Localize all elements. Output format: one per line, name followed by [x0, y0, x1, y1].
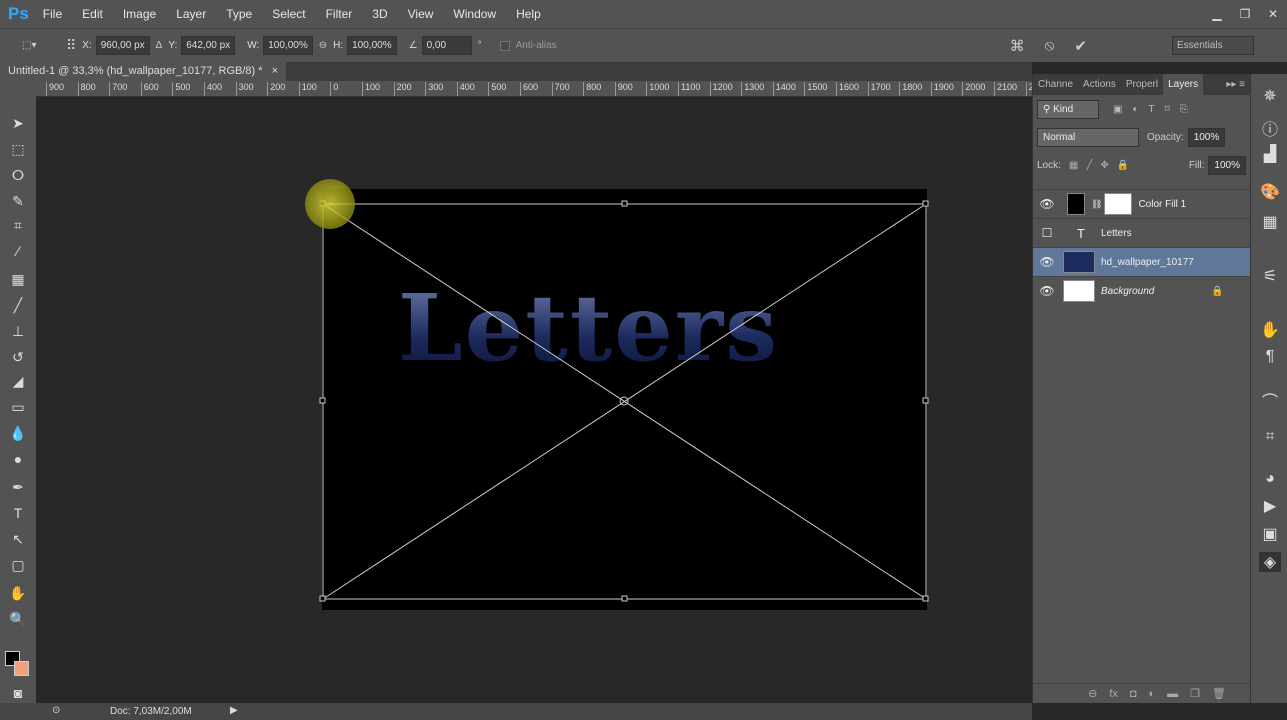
layer-thumbnail: [1063, 280, 1095, 302]
layer-letters[interactable]: ☐ T Letters: [1033, 218, 1250, 247]
adjustment-icon[interactable]: ◐: [1149, 688, 1156, 700]
3d-icon[interactable]: ◕: [1259, 470, 1281, 488]
layer-name: hd_wallpaper_10177: [1101, 256, 1194, 268]
color-icon[interactable]: 🎨: [1259, 182, 1281, 202]
delete-layer-icon[interactable]: 🗑: [1212, 687, 1226, 700]
lock-label: Lock:: [1037, 159, 1061, 171]
status-arrow-icon[interactable]: ▶: [230, 705, 238, 716]
type-layer-icon: T: [1077, 225, 1085, 241]
status-options-icon[interactable]: ⊙: [52, 705, 60, 716]
panel-icon-strip: ✵ ⓘ ▟ 🎨 ▦ ⚟ ✋ ¶ ⌒ ⌗ ◕ ▶ ▣ ◈: [1250, 74, 1287, 703]
minimize-button[interactable]: ▁: [1203, 7, 1231, 21]
visibility-toggle-empty[interactable]: ☐: [1033, 226, 1061, 240]
adjustments-icon[interactable]: ⚟: [1259, 266, 1281, 286]
actions-play-icon[interactable]: ▶: [1259, 496, 1281, 516]
link-chain-icon: ⛓: [1091, 198, 1103, 209]
properties-icon[interactable]: ▣: [1259, 524, 1281, 544]
fx-icon[interactable]: fx: [1109, 688, 1118, 700]
swatches-icon[interactable]: ▦: [1259, 212, 1281, 232]
info-icon[interactable]: ⓘ: [1259, 116, 1281, 140]
paragraph-icon[interactable]: ¶: [1259, 348, 1281, 366]
close-button[interactable]: ✕: [1259, 7, 1287, 21]
fill-input[interactable]: 100%: [1208, 155, 1246, 175]
new-group-icon[interactable]: ▬: [1167, 688, 1178, 700]
filter-kind-select[interactable]: ⚲ Kind: [1037, 99, 1099, 119]
layer-name: Background: [1101, 285, 1155, 297]
new-layer-icon[interactable]: ❐: [1190, 687, 1200, 700]
layer-hd-wallpaper[interactable]: 👁 hd_wallpaper_10177: [1033, 247, 1250, 276]
fill-thumbnail: [1067, 193, 1085, 215]
filter-icons[interactable]: ▣◐T⌑⎘: [1113, 104, 1198, 115]
transform-bounding-box[interactable]: [0, 0, 1032, 703]
layers-icon[interactable]: ◈: [1259, 552, 1281, 572]
fill-label: Fill:: [1188, 159, 1205, 171]
doc-size: Doc: 7,03M/2,00M: [110, 706, 192, 717]
layers-footer: ⊖ fx ◘ ◐ ▬ ❐ 🗑: [1033, 683, 1250, 703]
visibility-eye-icon[interactable]: 👁: [1033, 197, 1061, 211]
visibility-eye-icon[interactable]: 👁: [1033, 255, 1061, 269]
layer-background[interactable]: 👁 Background 🔒: [1033, 276, 1250, 305]
add-mask-icon[interactable]: ◘: [1130, 688, 1137, 700]
layer-name: Letters: [1101, 227, 1132, 239]
restore-button[interactable]: ❐: [1231, 7, 1259, 21]
layer-color-fill[interactable]: 👁 ⛓ Color Fill 1: [1033, 189, 1250, 218]
layer-name: Color Fill 1: [1138, 198, 1187, 210]
histogram-icon[interactable]: ▟: [1259, 144, 1281, 164]
cancel-transform-icon[interactable]: ⦸: [1045, 37, 1055, 54]
opacity-input[interactable]: 100%: [1187, 127, 1226, 147]
link-layers-icon[interactable]: ⊖: [1088, 687, 1097, 700]
tab-layers[interactable]: Layers: [1163, 74, 1204, 95]
navigator-icon[interactable]: ✵: [1259, 86, 1281, 106]
tab-properties[interactable]: Properl: [1121, 74, 1163, 95]
tab-actions[interactable]: Actions: [1078, 74, 1121, 95]
layer-thumbnail: [1063, 251, 1095, 273]
workspace-select[interactable]: Essentials: [1172, 36, 1254, 55]
cursor-highlight: [305, 179, 355, 229]
blend-mode-select[interactable]: Normal: [1037, 127, 1139, 147]
panel-menu-icon[interactable]: ▸▸ ≡: [1221, 74, 1250, 95]
mask-thumbnail: [1104, 193, 1133, 215]
commit-transform-icon[interactable]: ✔: [1074, 37, 1087, 55]
layers-panel: Channe Actions Properl Layers ▸▸ ≡ ⚲ Kin…: [1032, 74, 1250, 703]
paths-icon[interactable]: ⌒: [1259, 388, 1281, 412]
lock-icons[interactable]: ▦╱✥🔒: [1069, 160, 1137, 171]
clone-source-icon[interactable]: ⌗: [1259, 428, 1281, 446]
opacity-label: Opacity:: [1147, 131, 1184, 143]
brush-panel-icon[interactable]: ✋: [1259, 320, 1281, 340]
status-bar: ⊙ Doc: 7,03M/2,00M ▶: [0, 703, 1032, 720]
filter-kind-label: Kind: [1053, 103, 1074, 115]
visibility-eye-icon[interactable]: 👁: [1033, 284, 1061, 298]
tab-channels[interactable]: Channe: [1033, 74, 1078, 95]
lock-icon: 🔒: [1211, 285, 1224, 297]
